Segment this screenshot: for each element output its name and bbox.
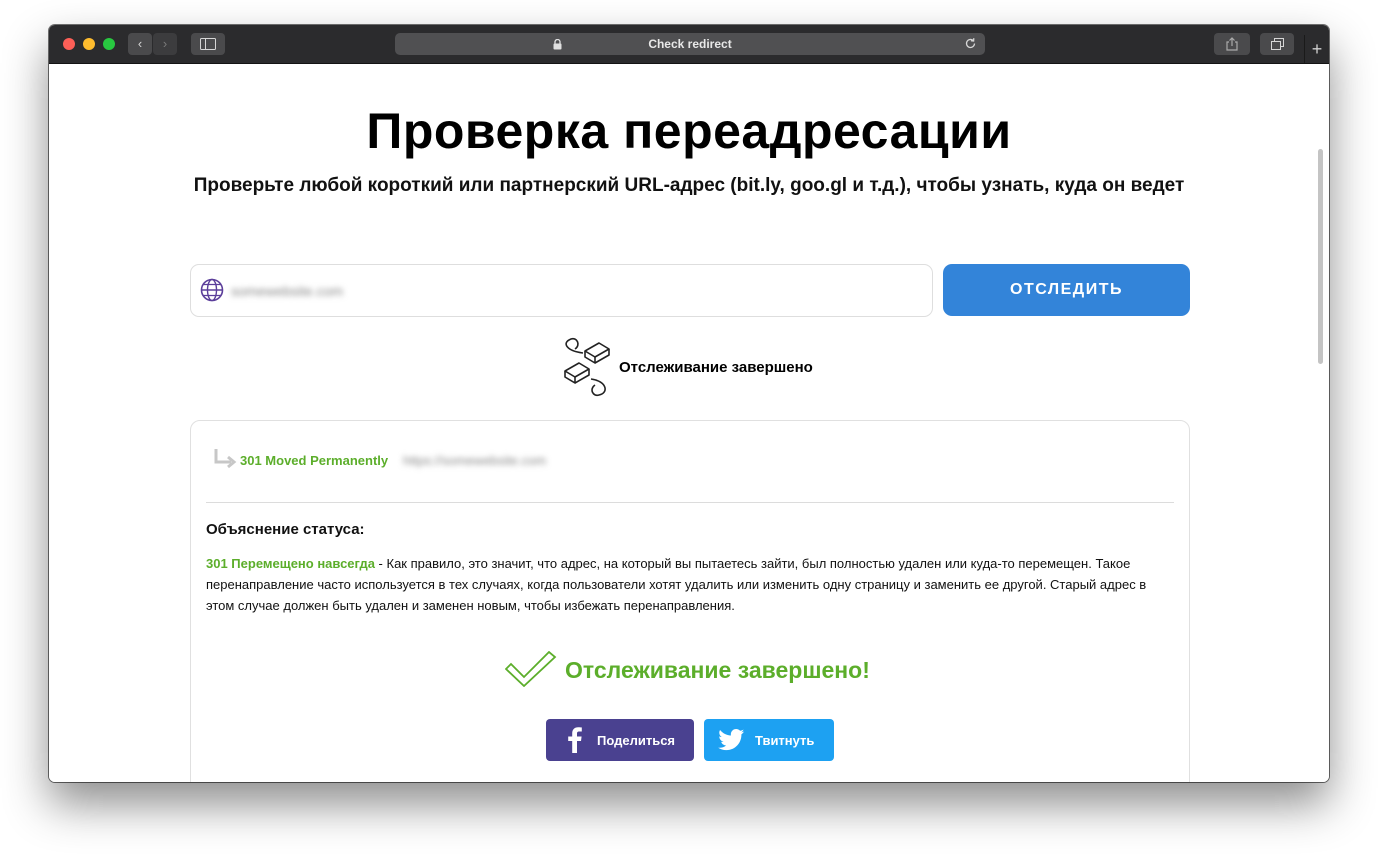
page-content: Проверка переадресации Проверьте любой к… — [49, 64, 1329, 782]
reload-icon[interactable] — [964, 37, 977, 50]
explanation-text: 301 Перемещено навсегда - Как правило, э… — [206, 553, 1176, 616]
new-tab-button[interactable]: + — [1304, 35, 1329, 63]
facebook-share-label: Поделиться — [597, 733, 676, 748]
tracking-done-text: Отслеживание завершено! — [565, 657, 870, 683]
address-bar[interactable]: Check redirect — [395, 33, 985, 55]
minimize-window-button[interactable] — [83, 38, 95, 50]
divider — [206, 502, 1174, 503]
share-page-button[interactable] — [1214, 33, 1250, 55]
track-button[interactable]: ОТСЛЕДИТЬ — [943, 264, 1190, 316]
tracking-status-text: Отслеживание завершено — [619, 359, 813, 376]
forward-button[interactable]: › — [153, 33, 177, 55]
facebook-share-button[interactable]: Поделиться — [546, 719, 694, 761]
forward-icon: › — [162, 36, 168, 51]
browser-window: ‹ › Check redirect + Проверка переадреса… — [49, 25, 1329, 782]
checkmark-icon — [505, 651, 557, 687]
hop-status-code: 301 Moved Permanently — [240, 453, 389, 468]
page-title: Check redirect — [648, 37, 732, 51]
twitter-share-label: Твитнуть — [755, 733, 815, 748]
scrollbar[interactable] — [1318, 149, 1323, 364]
tabs-overview-button[interactable] — [1260, 33, 1294, 55]
page-subheading: Проверьте любой короткий или партнерский… — [193, 175, 1185, 196]
globe-icon — [200, 278, 224, 302]
tabs-icon — [1270, 38, 1284, 50]
page-heading: Проверка переадресации — [366, 103, 1012, 159]
back-icon: ‹ — [137, 36, 143, 51]
close-window-button[interactable] — [63, 38, 75, 50]
explanation-term: 301 Перемещено навсегда — [206, 556, 375, 571]
share-icon — [1226, 37, 1238, 51]
zoom-window-button[interactable] — [103, 38, 115, 50]
twitter-icon — [718, 729, 745, 751]
hop-url[interactable]: https://somewebsite.com — [403, 453, 546, 468]
url-input[interactable] — [229, 277, 913, 305]
sidebar-button[interactable] — [191, 33, 225, 55]
broken-link-icon — [564, 337, 610, 397]
back-button[interactable]: ‹ — [128, 33, 152, 55]
twitter-share-button[interactable]: Твитнуть — [704, 719, 834, 761]
redirect-arrow-icon — [214, 449, 237, 469]
facebook-icon — [568, 727, 582, 753]
url-field[interactable] — [190, 264, 933, 317]
result-card: 301 Moved Permanently https://somewebsit… — [190, 420, 1190, 782]
explanation-heading: Объяснение статуса: — [206, 521, 365, 538]
title-bar: ‹ › Check redirect + — [49, 25, 1329, 64]
sidebar-icon — [200, 38, 216, 50]
